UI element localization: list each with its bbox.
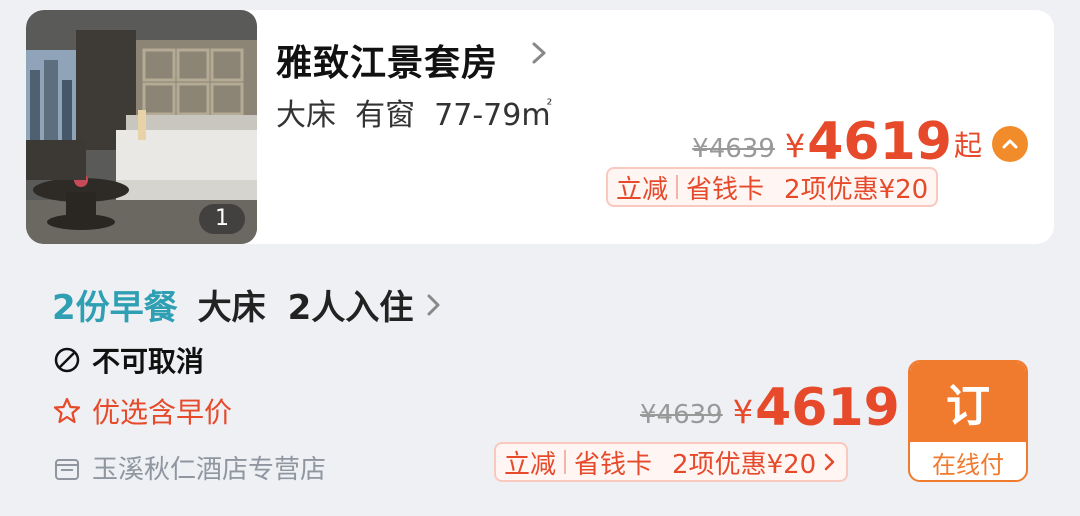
rate-price-row: ¥4639 ¥ 4619 — [640, 380, 900, 436]
promo-tag-saving-card: 省钱卡 — [686, 174, 765, 205]
rate-plan-title[interactable]: 2份早餐 大床 2人入住 — [52, 280, 445, 329]
cancel-policy: 不可取消 — [52, 340, 204, 380]
rate-original-price: ¥4639 — [640, 400, 723, 430]
chevron-right-icon — [824, 453, 835, 471]
rate-promo-badge[interactable]: 立减 省钱卡 2项优惠¥20 — [494, 442, 849, 482]
no-cancel-icon — [54, 347, 80, 373]
shop-info[interactable]: 玉溪秋仁酒店专营店 — [52, 449, 326, 486]
promo-tag-saving-card: 省钱卡 — [574, 449, 653, 480]
promo-tag-instant-discount: 立减 — [616, 174, 669, 205]
room-card[interactable]: 1 雅致江景套房 大床 有窗 77-79m² ¥4639 ¥ 4619 起 — [26, 10, 1054, 244]
room-bed: 大床 — [276, 98, 336, 133]
rate-currency: ¥ — [732, 393, 754, 431]
room-original-price: ¥4639 — [692, 134, 775, 164]
rate-occupancy: 2人入住 — [287, 288, 414, 328]
room-window: 有窗 — [355, 98, 416, 133]
book-payment-type: 在线付 — [932, 450, 1004, 479]
collapse-button[interactable] — [992, 126, 1028, 162]
room-area-unit: ² — [546, 97, 553, 113]
room-price-suffix: 起 — [953, 129, 982, 162]
promo-divider — [676, 175, 679, 199]
chevron-right-icon[interactable] — [526, 38, 552, 68]
promo-discount-summary: 2项优惠¥20 — [784, 174, 929, 205]
room-description: 大床 有窗 77-79m² — [276, 90, 552, 134]
cancel-policy-label: 不可取消 — [92, 345, 205, 378]
promo-tag-instant-discount: 立减 — [504, 449, 557, 480]
room-area: 77-79m — [434, 98, 551, 133]
package-tag: 优选含早价 — [52, 391, 232, 431]
photo-count-badge: 1 — [199, 204, 245, 234]
room-name[interactable]: 雅致江景套房 — [276, 34, 498, 86]
rate-price: 4619 — [755, 378, 900, 438]
room-promo-badge: 立减 省钱卡 2项优惠¥20 — [606, 167, 939, 207]
rate-meal: 2份早餐 — [52, 288, 178, 328]
promo-divider — [564, 450, 567, 474]
rate-bed: 大床 — [197, 288, 266, 328]
promo-discount-summary: 2项优惠¥20 — [672, 449, 817, 480]
room-price: 4619 — [807, 112, 952, 172]
book-button-label: 订 — [910, 362, 1026, 442]
room-currency: ¥ — [784, 127, 806, 165]
package-label: 优选含早价 — [92, 396, 233, 429]
book-button[interactable]: 订 在线付 — [908, 360, 1028, 482]
chevron-up-icon — [1002, 139, 1018, 149]
shop-name[interactable]: 玉溪秋仁酒店专营店 — [92, 449, 326, 486]
shop-icon — [55, 458, 79, 480]
chevron-right-icon — [427, 294, 440, 315]
star-icon — [53, 397, 81, 424]
room-price-row: ¥4639 ¥ 4619 起 — [692, 110, 1028, 170]
room-photo[interactable]: 1 — [26, 10, 257, 244]
